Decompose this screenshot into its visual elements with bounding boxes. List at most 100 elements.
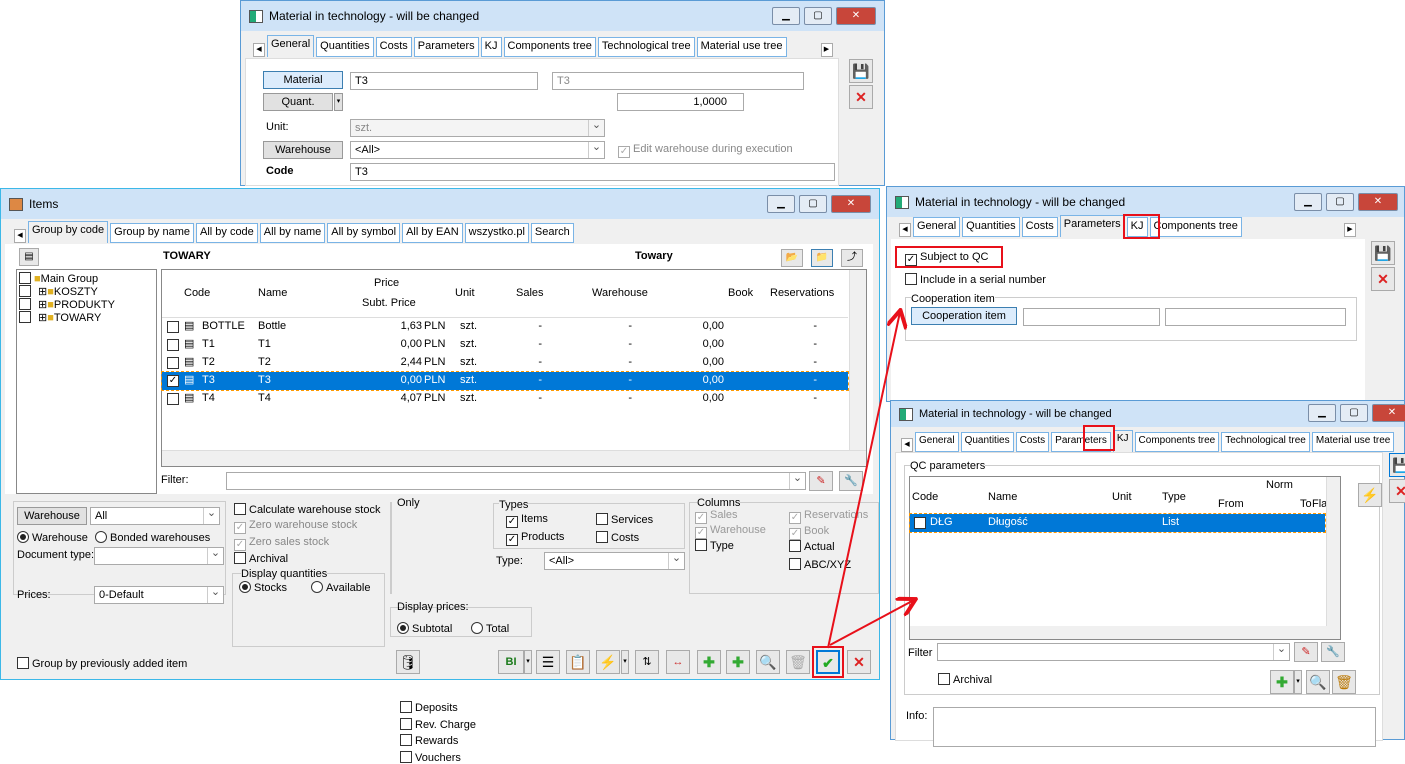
folder-up-icon[interactable]: ⤴ [841, 249, 863, 267]
minimize-button[interactable]: ▁ [1294, 193, 1322, 211]
clear-filter-icon[interactable]: ✎ [809, 471, 833, 491]
tab-all-by-name[interactable]: All by name [259, 223, 326, 243]
col-to[interactable]: To [1300, 498, 1312, 510]
items-checkbox[interactable]: ✓ Items [506, 513, 548, 528]
tab-all-by-code[interactable]: All by code [195, 223, 258, 243]
add-icon[interactable]: ✚ [726, 650, 750, 674]
tab-general[interactable]: General [267, 35, 315, 57]
tab-material-use-tree[interactable]: Material use tree [696, 37, 787, 57]
delete-icon[interactable]: 🗑 [786, 650, 810, 674]
tab-costs[interactable]: Costs [1021, 217, 1058, 237]
col-sales-checkbox[interactable]: ✓ Sales [695, 509, 738, 524]
archival-checkbox[interactable]: Archival [234, 552, 288, 565]
layout-icon[interactable]: ▤ [19, 248, 39, 266]
tab-group-by-name[interactable]: Group by name [110, 223, 194, 243]
close-icon[interactable]: ✕ [847, 650, 871, 674]
row-checkbox[interactable] [167, 339, 179, 351]
close-button[interactable]: ✕ [836, 7, 876, 25]
add-icon[interactable]: ✚ [1270, 670, 1294, 694]
cooperation-code-input[interactable] [1023, 308, 1160, 326]
col-warehouse-checkbox[interactable]: ✓ Warehouse [695, 524, 766, 539]
maximize-button[interactable]: ▢ [1340, 404, 1368, 422]
tab-components-tree[interactable]: Components tree [1134, 432, 1220, 452]
doc-type-select[interactable] [94, 547, 224, 565]
col-unit[interactable]: Unit [1112, 491, 1132, 503]
filter-settings-icon[interactable]: 🔧 [839, 471, 863, 491]
table-row[interactable]: ✓ ▤ T3 T3 0,00 PLN szt. - -0,00- [161, 371, 849, 391]
maximize-button[interactable]: ▢ [804, 7, 832, 25]
row-checkbox[interactable]: ✓ [167, 375, 179, 387]
tab-components-tree[interactable]: Components tree [503, 37, 596, 57]
tree-node[interactable]: ■Main Group [19, 272, 98, 285]
tab-scroll-right[interactable]: ▶ [1343, 223, 1356, 237]
tab-scroll-left[interactable]: ◀ [901, 438, 913, 452]
zero-wh-stock-checkbox[interactable]: ✓ Zero warehouse stock [234, 519, 357, 534]
tab-general[interactable]: General [913, 217, 961, 237]
cooperation-button[interactable]: Cooperation item [911, 307, 1017, 325]
tab-wszystko.pl[interactable]: wszystko.pl [464, 223, 529, 243]
steps-icon[interactable]: ⇅ [635, 650, 659, 674]
zero-sales-stock-checkbox[interactable]: ✓ Zero sales stock [234, 536, 329, 551]
radio-warehouse[interactable]: Warehouse [17, 531, 88, 544]
tab-quantities[interactable]: Quantities [316, 37, 374, 57]
export-icon[interactable]: 🛢 [396, 650, 420, 674]
maximize-button[interactable]: ▢ [799, 195, 827, 213]
row-checkbox[interactable] [167, 357, 179, 369]
tree-checkbox[interactable] [19, 298, 31, 310]
expand-icon[interactable]: ⊞ [38, 299, 47, 311]
warehouse-button[interactable]: Warehouse [17, 507, 87, 525]
save-icon[interactable]: 💾 [1371, 241, 1395, 265]
col-unit[interactable]: Unit [455, 287, 475, 299]
minimize-button[interactable]: ▁ [772, 7, 800, 25]
lightning-icon[interactable]: ⚡ [1358, 483, 1382, 507]
col-type[interactable]: Type [1162, 491, 1186, 503]
tab-all-by-ean[interactable]: All by EAN [402, 223, 463, 243]
material-code-input[interactable]: T3 [350, 72, 538, 90]
col-book[interactable]: Book [728, 287, 753, 299]
radio-stocks[interactable]: Stocks [239, 581, 287, 594]
col-price[interactable]: Price [374, 277, 399, 289]
close-button[interactable]: ✕ [1372, 404, 1405, 422]
merge-icon[interactable]: ↔ [666, 650, 690, 674]
filter-input[interactable] [226, 472, 806, 490]
minimize-button[interactable]: ▁ [767, 195, 795, 213]
col-reservations-checkbox[interactable]: ✓ Reservations [789, 509, 868, 524]
tab-group-by-code[interactable]: Group by code [28, 221, 109, 243]
clipboard-icon[interactable]: 📋 [566, 650, 590, 674]
filter-settings-icon[interactable]: 🔧 [1321, 642, 1345, 662]
services-checkbox[interactable]: Services [596, 513, 653, 526]
search-icon[interactable]: 🔍 [756, 650, 780, 674]
expand-icon[interactable]: ⊞ [38, 286, 47, 298]
lightning-dropdown[interactable]: ▾ [621, 650, 629, 674]
quantity-input[interactable]: 1,0000 [617, 93, 744, 111]
table-row[interactable]: ▤ BOTTLE Bottle 1,63 PLN szt. - - 0,00 - [162, 318, 848, 336]
include-serial-checkbox[interactable]: Include in a serial number [905, 273, 1046, 286]
add-folder-icon[interactable]: ✚ [697, 650, 721, 674]
quant-button[interactable]: Quant. [263, 93, 333, 111]
tab-kj[interactable]: KJ [480, 37, 502, 57]
col-reservations[interactable]: Reservations [770, 287, 834, 299]
col-from[interactable]: From [1218, 498, 1244, 510]
only-rewardscheckbox[interactable]: Rewards [400, 734, 458, 747]
info-textarea[interactable] [933, 707, 1376, 747]
type-select[interactable]: <All> [544, 552, 685, 570]
tree-checkbox[interactable] [19, 311, 31, 323]
col-name[interactable]: Name [988, 491, 1017, 503]
search-icon[interactable]: 🔍 [1306, 670, 1330, 694]
unit-select[interactable]: szt. [350, 119, 605, 137]
lightning-icon[interactable]: ⚡ [596, 650, 620, 674]
warehouse-button[interactable]: Warehouse [263, 141, 343, 159]
horizontal-scrollbar[interactable] [910, 626, 1340, 639]
col-subt-price[interactable]: Subt. Price [362, 297, 416, 309]
vertical-scrollbar[interactable] [849, 270, 866, 450]
tab-all-by-symbol[interactable]: All by symbol [327, 223, 401, 243]
tab-scroll-left[interactable]: ◀ [253, 43, 265, 57]
clear-filter-icon[interactable]: ✎ [1294, 642, 1318, 662]
col-code[interactable]: Code [184, 287, 210, 299]
radio-bonded[interactable]: Bonded warehouses [95, 531, 210, 544]
tree-checkbox[interactable] [19, 285, 31, 297]
tab-quantities[interactable]: Quantities [962, 217, 1020, 237]
close-button[interactable]: ✕ [831, 195, 871, 213]
col-type-checkbox[interactable]: Type [695, 539, 734, 552]
folder-icon[interactable]: 📁 [811, 249, 833, 267]
